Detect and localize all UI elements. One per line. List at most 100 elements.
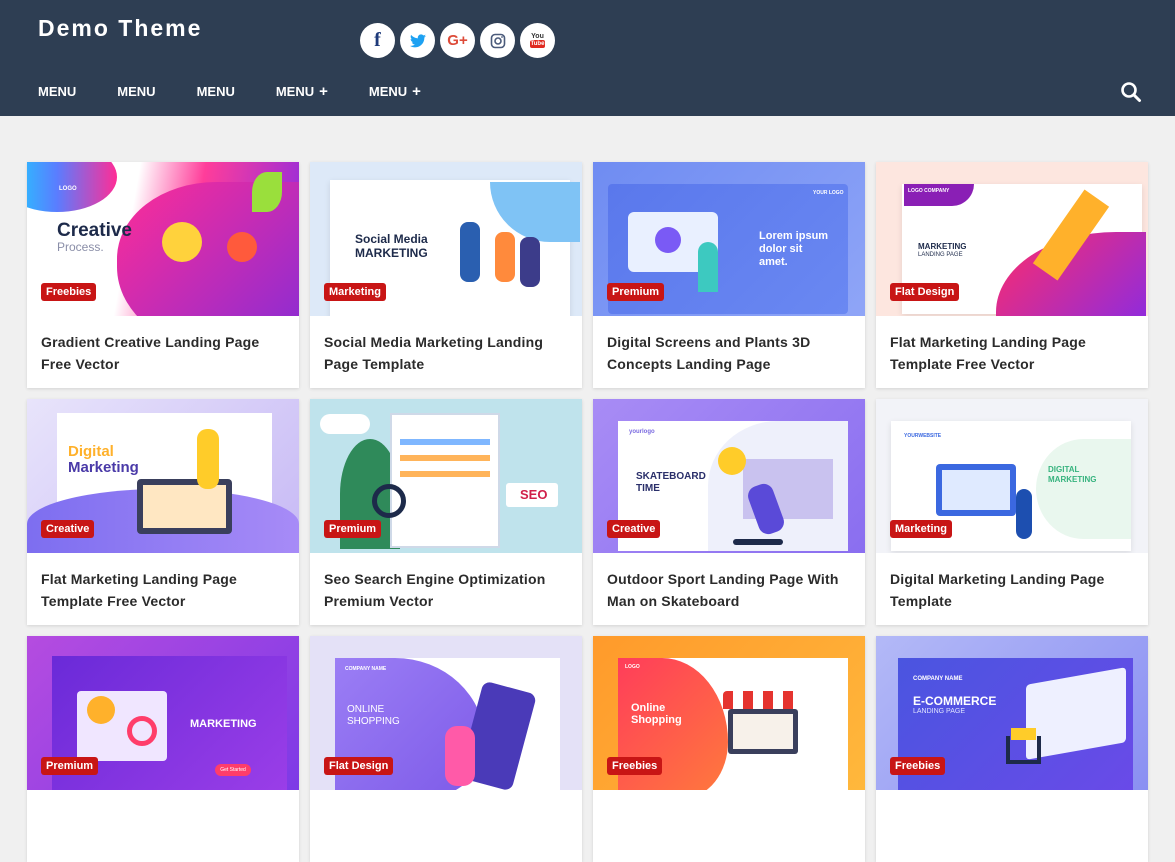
post-thumbnail[interactable]: SEO Premium [310,399,582,553]
art-shape [320,414,370,434]
art-headline: Creative [57,220,132,241]
post-title[interactable]: Outdoor Sport Landing Page With Man on S… [593,553,865,612]
post-title[interactable]: Social Media Marketing Landing Page Temp… [310,316,582,375]
art-shape [718,447,746,475]
art-shape [520,237,540,287]
post-card[interactable]: COMPANY NAME ONLINE SHOPPING Flat Design [310,636,582,862]
post-thumbnail[interactable]: YOURWEBSITE DIGITAL MARKETING Marketing [876,399,1148,553]
post-thumbnail[interactable]: MARKETING Get Started Premium [27,636,299,790]
art-shape [655,227,681,253]
post-thumbnail[interactable]: Lorem ipsum dolor sit amet. YOUR LOGO Pr… [593,162,865,316]
post-card[interactable]: LOGO Creative Process. Freebies Gradient… [27,162,299,388]
art-logo: YOURWEBSITE [904,433,942,439]
nav-item-3[interactable]: MENU [197,84,235,99]
art-shape [390,413,500,548]
post-thumbnail[interactable]: COMPANY NAME E-COMMERCE LANDING PAGE Fre… [876,636,1148,790]
main-nav: MENU MENU MENU MENU + MENU + [38,83,462,100]
art-sub: TIME [636,483,660,494]
post-thumbnail[interactable]: LOGO Online Shopping Freebies [593,636,865,790]
art-logo: LOGO COMPANY [908,188,950,194]
get-started-button: Get Started [215,764,251,776]
category-badge[interactable]: Flat Design [324,757,394,775]
youtube-icon[interactable]: You Tube [520,23,555,58]
art-shape [1036,439,1131,539]
art-headline: E-COMMERCE [913,694,997,708]
art-headline: DIGITAL [1048,465,1080,474]
nav-item-2[interactable]: MENU [117,84,155,99]
art-shape [227,232,257,262]
art-shape [127,716,157,746]
art-logo: COMPANY NAME [345,666,387,672]
post-title[interactable]: Seo Search Engine Optimization Premium V… [310,553,582,612]
art-headline: Lorem ipsum [759,230,829,242]
art-shape [1011,728,1036,740]
post-thumbnail[interactable]: LOGO COMPANY MARKETING LANDING PAGE Flat… [876,162,1148,316]
art-sub: Shopping [631,714,682,726]
art-headline: MARKETING [190,718,257,730]
category-badge[interactable]: Premium [41,757,99,775]
post-thumbnail[interactable]: Digital Marketing Creative [27,399,299,553]
category-badge[interactable]: Creative [607,520,661,538]
art-sub: SHOPPING [347,716,400,727]
category-badge[interactable]: Freebies [890,757,946,775]
nav-item-5[interactable]: MENU + [369,83,421,100]
category-badge[interactable]: Freebies [607,757,663,775]
category-badge[interactable]: Freebies [41,283,97,301]
category-badge[interactable]: Marketing [324,283,386,301]
art-sub: LANDING PAGE [913,708,965,715]
nav-item-1[interactable]: MENU [38,84,76,99]
art-shape [197,429,219,489]
post-title[interactable]: Gradient Creative Landing Page Free Vect… [27,316,299,375]
category-badge[interactable]: Marketing [890,520,952,538]
site-header: Demo Theme f G+ You Tube MENU MENU MENU … [0,0,1175,116]
category-badge[interactable]: Creative [41,520,95,538]
art-sub: MARKETING [355,246,428,260]
art-sub: Process. [57,240,104,254]
art-headline: MARKETING [918,242,967,251]
art-shape [723,691,803,709]
art-sub: MARKETING [1048,475,1097,484]
post-thumbnail[interactable]: LOGO Creative Process. Freebies [27,162,299,316]
facebook-icon[interactable]: f [360,23,395,58]
art-shape [143,485,226,528]
post-title[interactable]: Flat Marketing Landing Page Template Fre… [27,553,299,612]
post-card[interactable]: Digital Marketing Creative Flat Marketin… [27,399,299,625]
art-shape [445,726,475,786]
art-shape [495,232,515,282]
post-card[interactable]: LOGO Online Shopping Freebies [593,636,865,862]
post-card[interactable]: YOURWEBSITE DIGITAL MARKETING Marketing … [876,399,1148,625]
category-badge[interactable]: Premium [607,283,665,301]
art-shape [733,714,793,749]
site-title[interactable]: Demo Theme [38,15,202,42]
art-headline: SKATEBOARD [636,471,706,482]
post-card[interactable]: COMPANY NAME E-COMMERCE LANDING PAGE Fre… [876,636,1148,862]
post-card[interactable]: MARKETING Get Started Premium [27,636,299,862]
post-thumbnail[interactable]: COMPANY NAME ONLINE SHOPPING Flat Design [310,636,582,790]
post-title[interactable] [310,790,582,805]
category-badge[interactable]: Flat Design [890,283,960,301]
google-plus-icon[interactable]: G+ [440,23,475,58]
post-title[interactable]: Digital Marketing Landing Page Template [876,553,1148,612]
twitter-icon[interactable] [400,23,435,58]
art-shape [698,242,718,292]
post-title[interactable]: Flat Marketing Landing Page Template Fre… [876,316,1148,375]
post-card[interactable]: Lorem ipsum dolor sit amet. YOUR LOGO Pr… [593,162,865,388]
post-card[interactable]: yourlogo SKATEBOARD TIME Creative Outdoo… [593,399,865,625]
category-badge[interactable]: Premium [324,520,382,538]
art-logo: YOUR LOGO [813,190,844,196]
post-title[interactable] [593,790,865,805]
search-icon[interactable] [1120,81,1142,103]
art-shape [400,455,490,461]
post-card[interactable]: LOGO COMPANY MARKETING LANDING PAGE Flat… [876,162,1148,388]
post-title[interactable]: Digital Screens and Plants 3D Concepts L… [593,316,865,375]
instagram-icon[interactable] [480,23,515,58]
post-thumbnail[interactable]: yourlogo SKATEBOARD TIME Creative [593,399,865,553]
post-card[interactable]: SEO Premium Seo Search Engine Optimizati… [310,399,582,625]
nav-item-4[interactable]: MENU + [276,83,328,100]
post-title[interactable] [876,790,1148,805]
post-card[interactable]: Social Media MARKETING Marketing Social … [310,162,582,388]
post-thumbnail[interactable]: Social Media MARKETING Marketing [310,162,582,316]
art-logo: COMPANY NAME [913,676,963,682]
post-title[interactable] [27,790,299,805]
art-shape [1016,489,1032,539]
